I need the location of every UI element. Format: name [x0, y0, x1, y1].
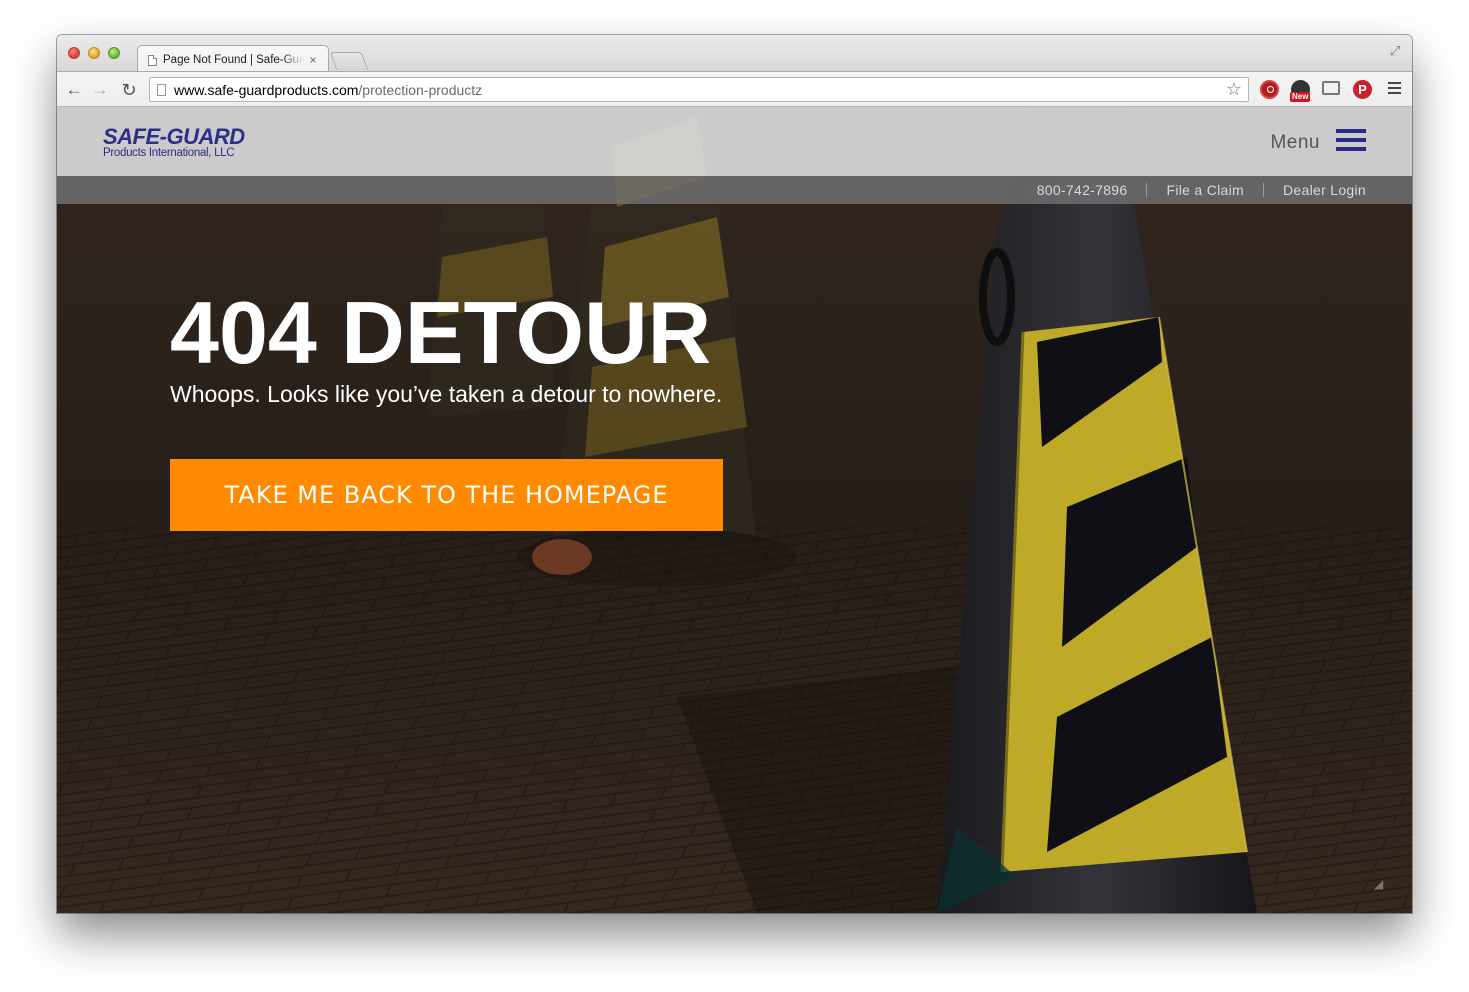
- logo-subtitle: Products International, LLC: [103, 147, 235, 159]
- browser-window: Page Not Found | Safe-Guard × ⤢ ← → ↻ ww…: [57, 35, 1412, 913]
- resize-grip-icon: ◢: [1374, 877, 1384, 891]
- page-icon: [148, 54, 157, 66]
- extension-new-badge: New: [1290, 92, 1311, 102]
- title-bar: Page Not Found | Safe-Guard × ⤢: [57, 35, 1412, 73]
- divider: [1146, 183, 1148, 197]
- page-subtitle: Whoops. Looks like you’ve taken a detour…: [170, 381, 723, 407]
- homepage-button[interactable]: TAKE ME BACK TO THE HOMEPAGE: [170, 459, 723, 531]
- tab-title: Page Not Found | Safe-Guard: [163, 54, 304, 66]
- fullscreen-icon[interactable]: ⤢: [1388, 44, 1402, 58]
- file-claim-link[interactable]: File a Claim: [1166, 182, 1244, 198]
- site-header: SAFE-GUARD Products International, LLC M…: [57, 107, 1412, 176]
- divider: [1263, 183, 1264, 197]
- browser-toolbar: ← → ↻ www.safe-guardproducts.com/protect…: [57, 71, 1412, 107]
- pinterest-icon[interactable]: P: [1353, 80, 1372, 99]
- page-title: 404 DETOUR: [170, 283, 712, 382]
- reload-icon[interactable]: ↻: [119, 80, 139, 100]
- back-arrow-icon[interactable]: ←: [64, 80, 84, 100]
- menu-label[interactable]: Menu: [1270, 132, 1320, 154]
- dealer-login-link[interactable]: Dealer Login: [1283, 182, 1366, 198]
- minimize-window-button[interactable]: [88, 47, 100, 59]
- url-path: /protection-productz: [358, 82, 483, 98]
- forward-arrow-icon[interactable]: →: [90, 80, 110, 100]
- url-text[interactable]: www.safe-guardproducts.com/protection-pr…: [174, 82, 482, 98]
- bookmark-star-icon[interactable]: ☆: [1226, 79, 1242, 100]
- cast-icon[interactable]: [1322, 81, 1340, 95]
- new-tab-button[interactable]: [329, 52, 369, 70]
- safe-guard-logo[interactable]: SAFE-GUARD Products International, LLC: [103, 124, 245, 160]
- logo-wordmark: SAFE-GUARD: [103, 124, 245, 149]
- url-domain: www.safe-guardproducts.com: [174, 82, 359, 98]
- tab-close-icon[interactable]: ×: [306, 53, 320, 67]
- extension-power-icon[interactable]: [1260, 80, 1279, 99]
- hamburger-menu-icon[interactable]: [1336, 129, 1366, 156]
- maximize-window-button[interactable]: [108, 47, 120, 59]
- page-icon: [157, 84, 166, 96]
- phone-link[interactable]: 800-742-7896: [1037, 182, 1128, 198]
- tab-active[interactable]: Page Not Found | Safe-Guard ×: [137, 45, 329, 73]
- close-window-button[interactable]: [68, 47, 80, 59]
- address-bar[interactable]: www.safe-guardproducts.com/protection-pr…: [149, 77, 1249, 102]
- browser-menu-icon[interactable]: [1388, 82, 1401, 97]
- utility-bar: 800-742-7896 File a Claim Dealer Login: [57, 176, 1412, 204]
- page-viewport: SAFE-GUARD Products International, LLC M…: [57, 107, 1412, 913]
